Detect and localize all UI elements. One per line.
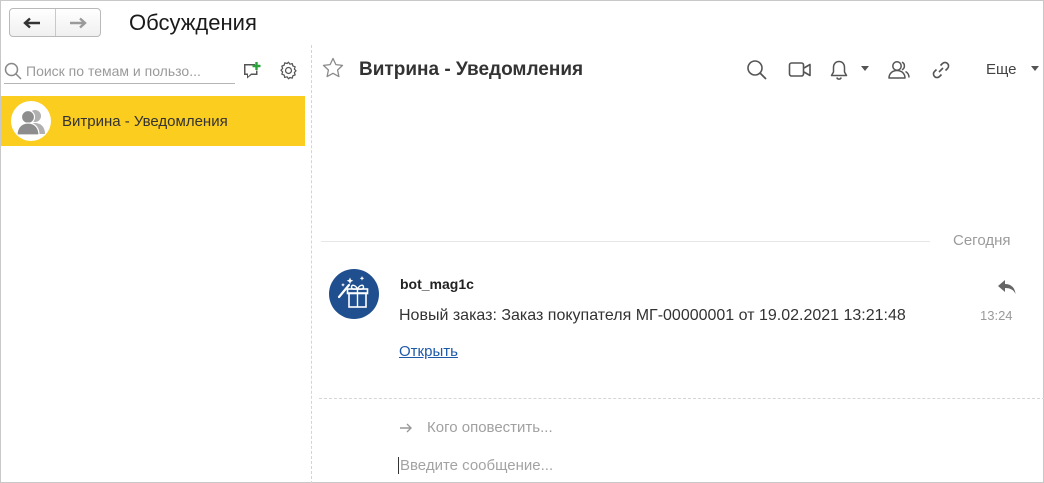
window-title: Обсуждения xyxy=(129,10,257,35)
message-author: bot_mag1c xyxy=(400,276,474,292)
message-text: Новый заказ: Заказ покупателя МГ-0000000… xyxy=(399,307,906,324)
link-icon[interactable] xyxy=(930,59,952,81)
compose-divider xyxy=(319,398,1044,399)
search-box xyxy=(4,59,235,84)
notify-recipients[interactable]: Кого оповестить... xyxy=(399,419,553,436)
arrow-right-icon xyxy=(400,423,412,432)
message-compose xyxy=(398,457,1018,479)
open-link[interactable]: Открыть xyxy=(399,343,458,360)
chevron-down-icon[interactable] xyxy=(861,66,869,72)
user-avatar-icon xyxy=(16,109,45,136)
search-icon xyxy=(4,62,22,80)
avatar xyxy=(11,101,51,141)
new-discussion-button[interactable] xyxy=(242,61,264,86)
chat-header: Витрина - Уведомления Еще xyxy=(321,56,1044,86)
more-menu-button[interactable]: Еще xyxy=(986,61,1017,78)
conversation-item[interactable]: Витрина - Уведомления xyxy=(1,96,305,146)
app-window: Обсуждения Поиск по темам и пользо... Ви… xyxy=(0,0,1044,483)
back-button[interactable] xyxy=(10,9,55,36)
date-separator: Сегодня xyxy=(953,232,1011,249)
star-icon[interactable] xyxy=(321,56,345,80)
video-icon[interactable] xyxy=(788,59,812,81)
avatar xyxy=(329,269,379,319)
bell-icon[interactable] xyxy=(828,59,850,81)
message-time: 13:24 xyxy=(980,308,1013,323)
chat-title: Витрина - Уведомления xyxy=(359,59,584,80)
conversation-name: Витрина - Уведомления xyxy=(62,112,228,130)
forward-arrow-icon xyxy=(69,17,87,28)
new-chat-icon xyxy=(244,62,261,79)
settings-button[interactable] xyxy=(278,60,299,86)
forward-button[interactable] xyxy=(54,9,101,36)
message-input[interactable] xyxy=(398,457,998,474)
reply-button[interactable] xyxy=(997,279,1017,300)
search-icon[interactable] xyxy=(746,59,768,81)
date-divider-line xyxy=(321,241,930,242)
reply-icon xyxy=(998,280,1016,294)
navigation-buttons xyxy=(9,8,101,37)
notify-placeholder: Кого оповестить... xyxy=(427,419,553,436)
gift-icon xyxy=(337,276,369,308)
search-input[interactable] xyxy=(26,63,231,79)
chevron-down-icon[interactable] xyxy=(1031,66,1039,72)
back-arrow-icon xyxy=(23,17,41,28)
conversation-list-panel: Витрина - Уведомления xyxy=(1,45,312,483)
gear-icon xyxy=(280,61,297,80)
users-icon[interactable] xyxy=(887,59,911,81)
